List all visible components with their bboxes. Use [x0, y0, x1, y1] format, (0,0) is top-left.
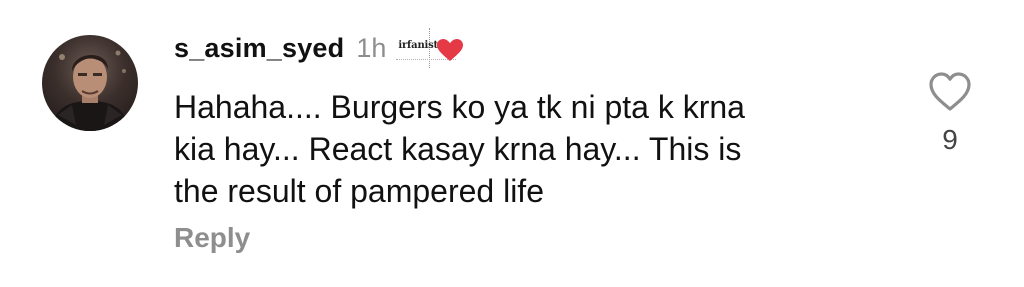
- reply-button[interactable]: Reply: [174, 222, 250, 254]
- heart-outline-icon: [929, 72, 971, 111]
- user-badge: irfanist: [396, 28, 464, 68]
- badge-label: irfanist: [398, 40, 438, 51]
- red-heart-icon: [437, 39, 464, 61]
- like-button[interactable]: [926, 68, 974, 116]
- comment-header: s_asim_syed 1h irfanist: [174, 28, 464, 68]
- comment-item: s_asim_syed 1h irfanist Hahaha.... Burge…: [0, 0, 1024, 287]
- like-count: 9: [942, 124, 958, 155]
- username-link[interactable]: s_asim_syed: [174, 33, 344, 64]
- timestamp: 1h: [356, 32, 387, 63]
- comment-text: Hahaha.... Burgers ko ya tk ni pta k krn…: [174, 89, 745, 209]
- avatar-image: [50, 50, 130, 131]
- avatar[interactable]: [42, 35, 138, 131]
